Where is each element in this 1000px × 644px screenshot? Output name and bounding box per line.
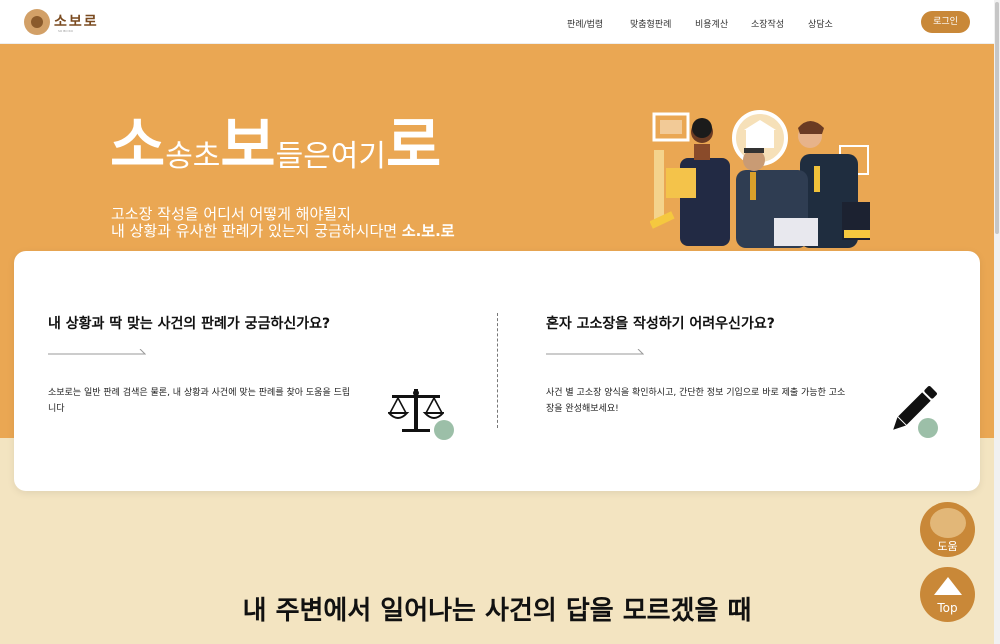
- nav-item-consultation[interactable]: 상담소: [808, 17, 833, 30]
- hero-title-part: 로: [386, 111, 442, 181]
- logo-text: 소보로: [54, 14, 99, 30]
- hero-subtitle-line2-text: 내 상황과 유사한 판례가 있는지 궁금하시다면: [111, 222, 402, 240]
- site-header: 소보로 SO BO RO 판례/법령 맞춤형판례 비용계산 소장작성 상담소 로…: [0, 0, 994, 44]
- logo-badge-icon: [24, 9, 50, 35]
- card-divider: [497, 313, 498, 428]
- scale-icon: [388, 389, 444, 432]
- logo-subtext: SO BO RO: [58, 29, 73, 33]
- feature-complaint-desc: 사건 별 고소장 양식을 확인하시고, 간단한 정보 기입으로 바로 제출 가능…: [546, 388, 846, 414]
- feature-precedent-title: 내 상황과 딱 맞는 사건의 판례가 궁금하신가요?: [48, 316, 331, 332]
- login-button[interactable]: 로그인: [921, 11, 970, 33]
- hero-title-part: 들은여기: [275, 139, 387, 174]
- nav-item-custom-precedents[interactable]: 맞춤형판례: [630, 17, 671, 30]
- feature-complaint[interactable]: 혼자 고소장을 작성하기 어려우신가요? 사건 별 고소장 양식을 확인하시고,…: [546, 251, 966, 491]
- section-heading: 내 주변에서 일어나는 사건의 답을 모르겠을 때: [242, 596, 752, 626]
- help-button-label: 도움: [937, 540, 958, 553]
- site-logo[interactable]: 소보로 SO BO RO: [24, 9, 99, 35]
- lawyers-illustration: [650, 110, 870, 248]
- pencil-icon: [893, 386, 937, 430]
- feature-complaint-title: 혼자 고소장을 작성하기 어려우신가요?: [546, 316, 775, 332]
- scrollbar-thumb[interactable]: [995, 2, 999, 234]
- nav-item-cost-calc[interactable]: 비용계산: [695, 17, 728, 30]
- hero-subtitle: 고소장 작성을 어디서 어떻게 해야될지 내 상황과 유사한 판례가 있는지 궁…: [111, 206, 455, 240]
- hero-brand: 소.보.로: [401, 222, 455, 240]
- hero-title-part: 소: [110, 111, 166, 181]
- feature-precedent[interactable]: 내 상황과 딱 맞는 사건의 판례가 궁금하신가요? 소보로는 일반 판례 검색…: [48, 251, 468, 491]
- feature-precedent-desc: 소보로는 일반 판례 검색은 물론, 내 상황과 사건에 맞는 판례를 찾아 도…: [48, 388, 351, 414]
- feature-card: 내 상황과 딱 맞는 사건의 판례가 궁금하신가요? 소보로는 일반 판례 검색…: [14, 251, 980, 491]
- hero-subtitle-line2: 내 상황과 유사한 판례가 있는지 궁금하시다면 소.보.로: [111, 223, 455, 240]
- hero-subtitle-line1: 고소장 작성을 어디서 어떻게 해야될지: [111, 205, 351, 223]
- scroll-top-label: Top: [937, 601, 958, 615]
- hero-title-part: 보: [220, 111, 276, 181]
- scroll-top-button[interactable]: Top: [920, 567, 975, 622]
- help-mascot-icon: [930, 508, 966, 538]
- arrow-line-icon: [48, 349, 146, 355]
- arrow-up-icon: [934, 577, 962, 595]
- help-button[interactable]: 도움: [920, 502, 975, 557]
- arrow-line-icon: [546, 349, 644, 355]
- nav-item-precedents[interactable]: 판례/법령: [567, 17, 603, 30]
- nav-item-complaint-writing[interactable]: 소장작성: [751, 17, 784, 30]
- hero-title-part: 송초: [165, 139, 221, 174]
- hero-title: 소송초보들은여기로: [110, 116, 441, 191]
